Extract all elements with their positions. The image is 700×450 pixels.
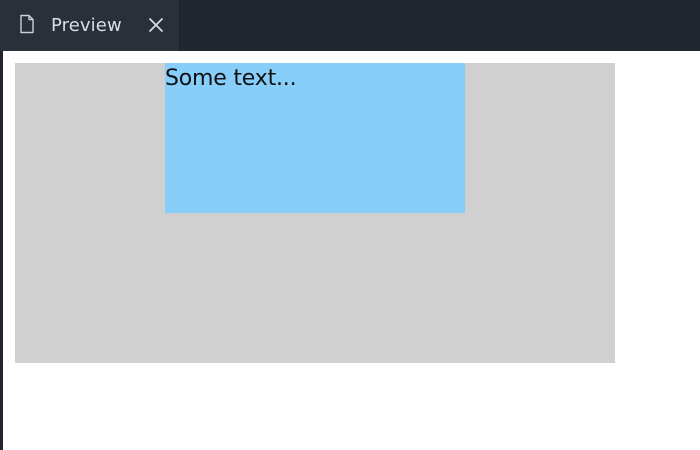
- file-icon: [19, 14, 35, 34]
- tab-preview[interactable]: Preview: [0, 0, 180, 51]
- close-icon[interactable]: [147, 16, 165, 34]
- preview-content: Some text...: [3, 51, 700, 450]
- outer-gray-box: Some text...: [15, 63, 615, 363]
- tab-bar: Preview: [0, 0, 700, 51]
- inner-blue-box: Some text...: [165, 63, 465, 213]
- inner-box-text: Some text...: [165, 66, 297, 91]
- preview-window: Preview Some text...: [0, 0, 700, 450]
- tab-label: Preview: [51, 15, 122, 36]
